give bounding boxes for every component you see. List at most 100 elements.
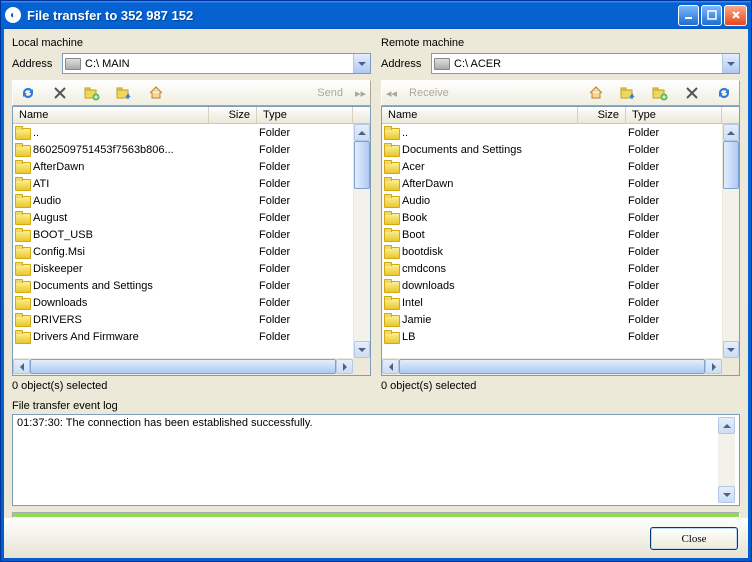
folder-icon bbox=[384, 177, 400, 190]
refresh-button[interactable] bbox=[713, 82, 735, 104]
remote-vertical-scrollbar[interactable] bbox=[722, 124, 739, 358]
list-item[interactable]: Config.MsiFolder bbox=[13, 243, 353, 260]
list-item[interactable]: BookFolder bbox=[382, 209, 722, 226]
new-folder-button[interactable] bbox=[81, 82, 103, 104]
list-item[interactable]: ATIFolder bbox=[13, 175, 353, 192]
remote-address-dropdown[interactable]: C:\ ACER bbox=[431, 53, 740, 74]
list-item[interactable]: cmdconsFolder bbox=[382, 260, 722, 277]
local-address-dropdown[interactable]: C:\ MAIN bbox=[62, 53, 371, 74]
event-log[interactable]: 01:37:30: The connection has been establ… bbox=[12, 414, 740, 506]
home-button[interactable] bbox=[145, 82, 167, 104]
home-button[interactable] bbox=[585, 82, 607, 104]
column-name[interactable]: Name bbox=[13, 107, 209, 123]
list-item[interactable]: DiskeeperFolder bbox=[13, 260, 353, 277]
item-name: ATI bbox=[33, 178, 211, 190]
scroll-up-button[interactable] bbox=[354, 124, 370, 141]
column-size[interactable]: Size bbox=[578, 107, 626, 123]
list-item[interactable]: Documents and Settings Folder bbox=[382, 141, 722, 158]
scroll-down-button[interactable] bbox=[723, 341, 739, 358]
folder-icon bbox=[15, 262, 31, 275]
titlebar[interactable]: ◐ File transfer to 352 987 152 bbox=[1, 1, 751, 29]
list-item[interactable]: AfterDawnFolder bbox=[13, 158, 353, 175]
parent-folder-button[interactable] bbox=[617, 82, 639, 104]
list-item[interactable]: bootdiskFolder bbox=[382, 243, 722, 260]
new-folder-button[interactable] bbox=[649, 82, 671, 104]
scroll-thumb[interactable] bbox=[354, 141, 370, 189]
list-item[interactable]: downloadsFolder bbox=[382, 277, 722, 294]
list-item[interactable]: Drivers And FirmwareFolder bbox=[13, 328, 353, 345]
list-item[interactable]: AugustFolder bbox=[13, 209, 353, 226]
scroll-left-button[interactable] bbox=[13, 359, 30, 374]
receive-arrow-icon[interactable]: ◂◂ bbox=[386, 87, 397, 100]
dropdown-arrow-icon[interactable] bbox=[722, 54, 739, 73]
list-item[interactable]: Jamie Folder bbox=[382, 311, 722, 328]
scroll-left-button[interactable] bbox=[382, 359, 399, 374]
list-item[interactable]: DownloadsFolder bbox=[13, 294, 353, 311]
item-type: Folder bbox=[628, 144, 722, 156]
folder-icon bbox=[384, 330, 400, 343]
item-type: Folder bbox=[259, 331, 353, 343]
list-item[interactable]: ..Folder bbox=[382, 124, 722, 141]
item-name: Book bbox=[402, 212, 580, 224]
item-name: bootdisk bbox=[402, 246, 580, 258]
folder-icon bbox=[15, 245, 31, 258]
minimize-button[interactable] bbox=[678, 5, 699, 26]
local-horizontal-scrollbar[interactable] bbox=[13, 358, 370, 375]
maximize-button[interactable] bbox=[701, 5, 722, 26]
list-item[interactable]: AcerFolder bbox=[382, 158, 722, 175]
folder-icon bbox=[384, 313, 400, 326]
list-item[interactable]: LBFolder bbox=[382, 328, 722, 345]
progress-bar bbox=[12, 512, 740, 518]
list-item[interactable]: DRIVERSFolder bbox=[13, 311, 353, 328]
item-name: Documents and Settings bbox=[402, 144, 580, 156]
list-item[interactable]: AudioFolder bbox=[382, 192, 722, 209]
scroll-thumb[interactable] bbox=[30, 359, 336, 374]
local-pane: Local machine Address C:\ MAIN bbox=[12, 37, 371, 398]
parent-folder-button[interactable] bbox=[113, 82, 135, 104]
column-size[interactable]: Size bbox=[209, 107, 257, 123]
list-item[interactable]: IntelFolder bbox=[382, 294, 722, 311]
close-button[interactable]: Close bbox=[650, 527, 738, 550]
delete-button[interactable] bbox=[49, 82, 71, 104]
receive-button[interactable]: Receive bbox=[409, 87, 449, 99]
scroll-thumb[interactable] bbox=[399, 359, 705, 374]
list-item[interactable]: BOOT_USBFolder bbox=[13, 226, 353, 243]
send-button[interactable]: Send bbox=[317, 87, 343, 99]
scroll-up-button[interactable] bbox=[723, 124, 739, 141]
drive-icon bbox=[65, 58, 81, 70]
scroll-thumb[interactable] bbox=[723, 141, 739, 189]
folder-icon bbox=[384, 228, 400, 241]
list-item[interactable]: BootFolder bbox=[382, 226, 722, 243]
column-name[interactable]: Name bbox=[382, 107, 578, 123]
scroll-down-button[interactable] bbox=[354, 341, 370, 358]
scroll-right-button[interactable] bbox=[336, 359, 353, 374]
remote-address-label: Address bbox=[381, 58, 431, 70]
local-vertical-scrollbar[interactable] bbox=[353, 124, 370, 358]
local-file-list[interactable]: Name Size Type ..Folder8602509751453f756… bbox=[12, 106, 371, 376]
item-type: Folder bbox=[259, 263, 353, 275]
folder-icon bbox=[15, 279, 31, 292]
delete-button[interactable] bbox=[681, 82, 703, 104]
item-name: .. bbox=[33, 127, 211, 139]
refresh-button[interactable] bbox=[17, 82, 39, 104]
close-window-button[interactable] bbox=[724, 5, 747, 26]
column-type[interactable]: Type bbox=[626, 107, 722, 123]
item-type: Folder bbox=[628, 314, 722, 326]
item-name: downloads bbox=[402, 280, 580, 292]
item-type: Folder bbox=[259, 144, 353, 156]
item-name: Jamie bbox=[402, 314, 580, 326]
list-item[interactable]: Documents and SettingsFolder bbox=[13, 277, 353, 294]
remote-horizontal-scrollbar[interactable] bbox=[382, 358, 739, 375]
list-item[interactable]: ..Folder bbox=[13, 124, 353, 141]
dropdown-arrow-icon[interactable] bbox=[353, 54, 370, 73]
send-arrow-icon[interactable]: ▸▸ bbox=[355, 87, 366, 100]
folder-icon bbox=[15, 126, 31, 139]
list-item[interactable]: AudioFolder bbox=[13, 192, 353, 209]
column-type[interactable]: Type bbox=[257, 107, 353, 123]
list-item[interactable]: 8602509751453f7563b806...Folder bbox=[13, 141, 353, 158]
log-scrollbar[interactable] bbox=[718, 417, 735, 503]
scroll-right-button[interactable] bbox=[705, 359, 722, 374]
item-name: Audio bbox=[33, 195, 211, 207]
remote-file-list[interactable]: Name Size Type ..FolderDocuments and Set… bbox=[381, 106, 740, 376]
list-item[interactable]: AfterDawnFolder bbox=[382, 175, 722, 192]
